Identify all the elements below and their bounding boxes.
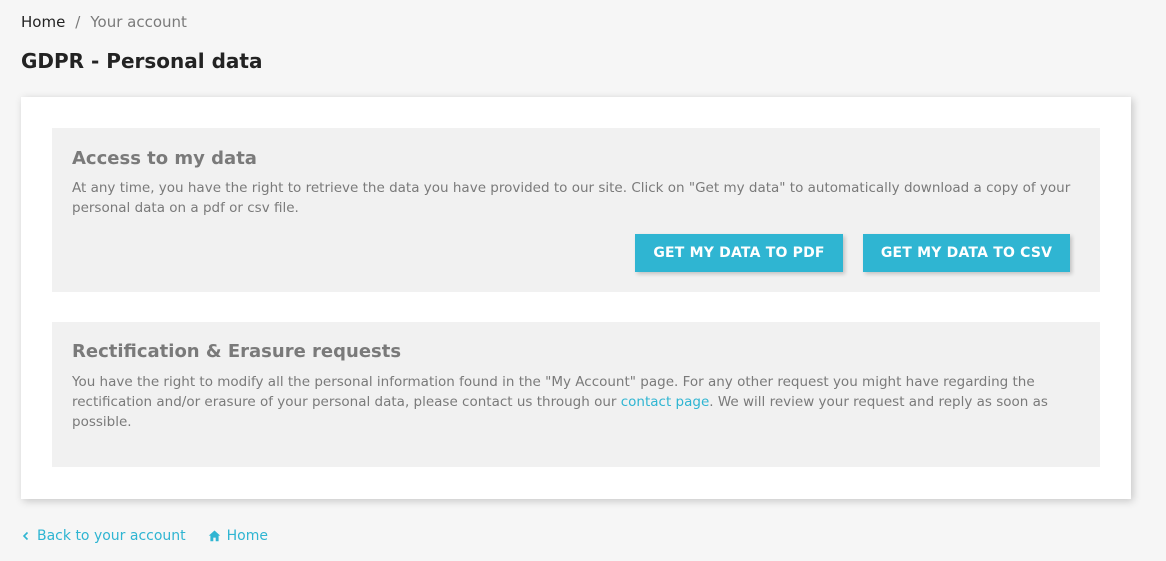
page-title: GDPR - Personal data [21,49,263,73]
gdpr-card: Access to my data At any time, you have … [21,97,1131,499]
contact-page-link[interactable]: contact page [621,394,710,410]
back-to-account-label: Back to your account [37,528,186,544]
access-data-title: Access to my data [72,148,257,169]
home-link-label: Home [226,528,268,544]
account-footer-links: Back to your account Home [21,526,268,546]
chevron-left-icon [21,531,31,541]
get-data-pdf-button[interactable]: GET MY DATA TO PDF [635,234,843,272]
home-icon [208,530,221,542]
home-link[interactable]: Home [208,526,268,546]
breadcrumb-home-link[interactable]: Home [21,12,65,32]
breadcrumb: Home / Your account [21,12,187,32]
access-data-section: Access to my data At any time, you have … [52,128,1100,292]
back-to-account-link[interactable]: Back to your account [21,526,186,546]
access-data-description: At any time, you have the right to retri… [72,180,1071,216]
breadcrumb-separator: / [75,13,81,31]
rectification-title: Rectification & Erasure requests [72,341,402,362]
get-data-csv-button[interactable]: GET MY DATA TO CSV [863,234,1070,272]
rectification-description: You have the right to modify all the per… [72,372,1082,432]
rectification-section: Rectification & Erasure requests You hav… [52,322,1100,467]
breadcrumb-current: Your account [90,13,187,31]
